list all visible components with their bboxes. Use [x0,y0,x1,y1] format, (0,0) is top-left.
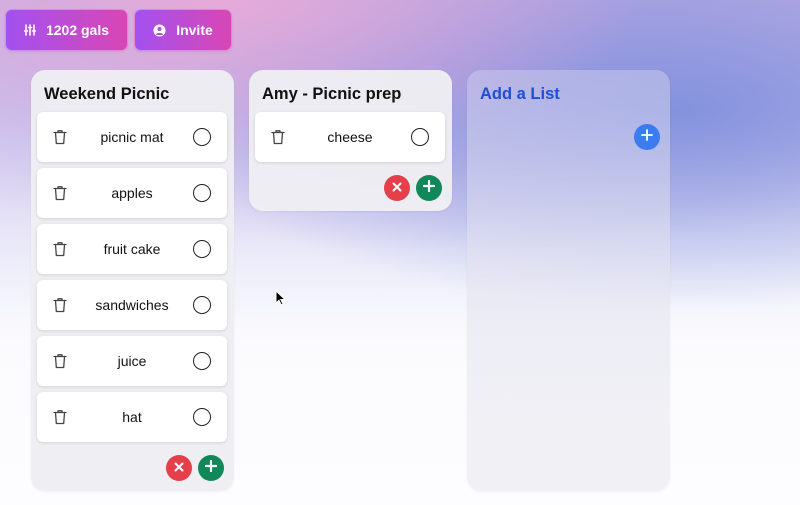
circle-icon[interactable] [193,296,211,314]
list-item: apples [37,168,227,218]
mouse-cursor-icon [275,289,287,306]
list-item: juice [37,336,227,386]
cancel-button[interactable] [166,455,192,481]
add-list-button[interactable] [634,124,660,150]
circle-icon[interactable] [411,128,429,146]
add-item-button[interactable] [198,455,224,481]
add-item-button[interactable] [416,175,442,201]
item-label: hat [122,409,142,425]
add-list-title: Add a List [480,85,560,103]
x-icon [174,459,184,477]
trash-icon[interactable] [53,185,67,201]
circle-icon[interactable] [193,184,211,202]
list-item: picnic mat [37,112,227,162]
circle-icon[interactable] [193,352,211,370]
sliders-icon [23,24,36,36]
plus-icon [204,459,218,477]
list-title: Weekend Picnic [44,85,170,103]
trash-icon[interactable] [53,409,67,425]
item-label: juice [117,353,147,369]
item-label: picnic mat [100,129,164,145]
list-item: hat [37,392,227,442]
list-item: sandwiches [37,280,227,330]
circle-icon[interactable] [193,408,211,426]
list-item: cheese [255,112,445,162]
list-card-weekend-picnic: Weekend Picnic picnic mat apples fruit c… [31,70,234,491]
list-card-amy-picnic-prep: Amy - Picnic prep cheese [249,70,452,211]
trash-icon[interactable] [53,297,67,313]
add-list-card: Add a List [467,70,670,491]
item-label: cheese [327,129,373,145]
item-label: fruit cake [103,241,161,257]
gals-button-label: 1202 gals [45,22,110,38]
item-label: sandwiches [95,297,169,313]
gals-button[interactable]: 1202 gals [5,9,128,51]
trash-icon[interactable] [53,129,67,145]
cancel-button[interactable] [384,175,410,201]
invite-button[interactable]: Invite [134,9,232,51]
circle-icon[interactable] [193,240,211,258]
circle-icon[interactable] [193,128,211,146]
user-circle-icon [153,23,166,37]
item-label: apples [111,185,153,201]
list-item: fruit cake [37,224,227,274]
x-icon [392,179,402,197]
trash-icon[interactable] [53,241,67,257]
trash-icon[interactable] [53,353,67,369]
plus-icon [422,179,436,197]
plus-icon [641,128,653,146]
list-title: Amy - Picnic prep [262,85,402,103]
invite-button-label: Invite [176,22,213,38]
trash-icon[interactable] [271,129,285,145]
